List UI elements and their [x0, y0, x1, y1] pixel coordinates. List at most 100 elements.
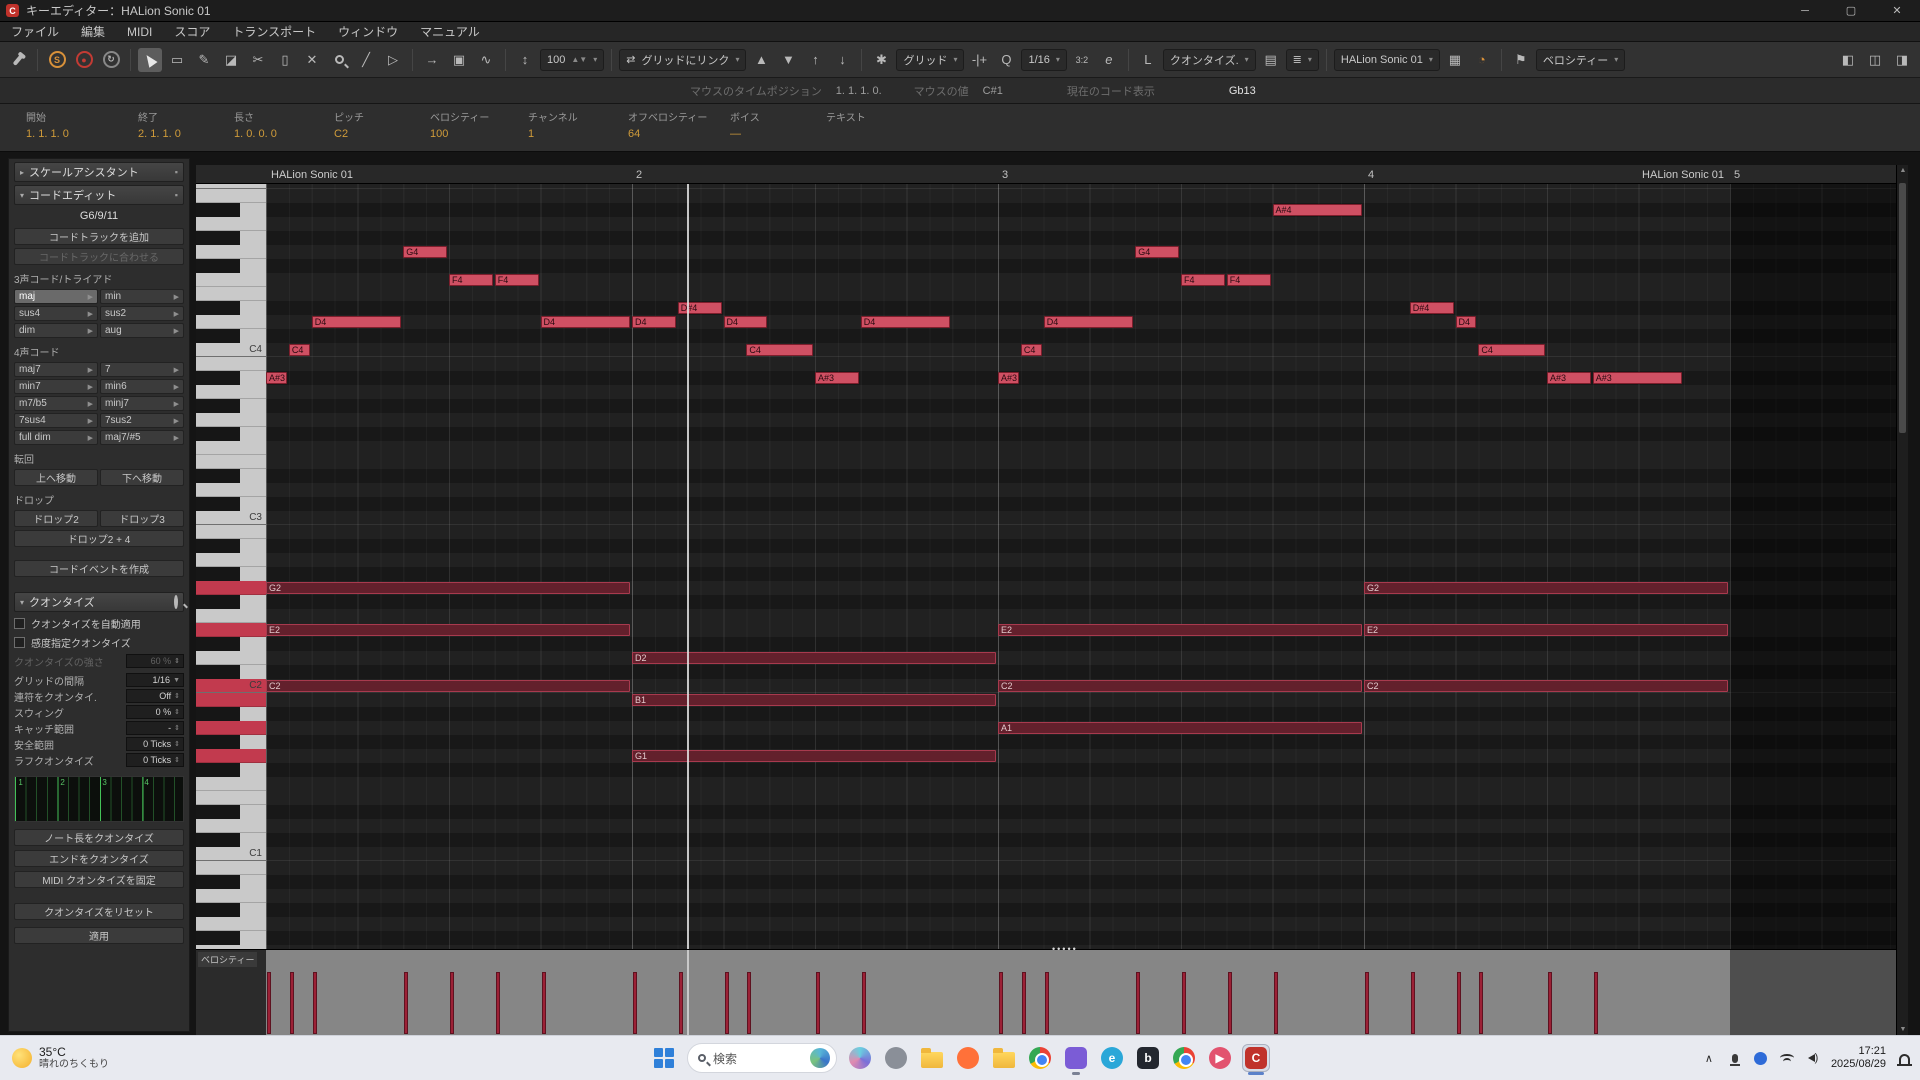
midi-note-As3[interactable]: A#3 — [998, 372, 1019, 384]
taskbar-search[interactable]: 検索 — [687, 1043, 837, 1073]
chord-edit-header[interactable]: ▾ コードエディット ▪ — [14, 185, 184, 205]
piano-key-F1[interactable] — [196, 777, 266, 791]
drop2-button[interactable]: ドロップ2 — [14, 510, 98, 527]
midi-note-D4[interactable]: D4 — [541, 316, 631, 328]
maximize-button[interactable]: ▢ — [1828, 0, 1874, 21]
quantize-value-field[interactable]: 0 Ticks⇕ — [126, 737, 184, 751]
curve-button[interactable]: ∿ — [474, 48, 498, 72]
piano-key-As4[interactable] — [196, 203, 266, 217]
velocity-bar[interactable] — [1457, 972, 1461, 1034]
piano-key-Ds2[interactable] — [196, 637, 266, 651]
velocity-bar[interactable] — [1548, 972, 1552, 1034]
clock-icon[interactable]: ◔ — [1470, 48, 1494, 72]
chord-button-sus2[interactable]: sus2▶ — [100, 306, 184, 321]
quantize-mode-dropdown[interactable]: クオンタイズ.▾ — [1163, 49, 1256, 71]
menu-item-5[interactable]: ウィンドウ — [327, 23, 409, 40]
loop-button[interactable]: ↻ — [99, 48, 123, 72]
quantize-value-field[interactable]: -⇕ — [126, 721, 184, 735]
midi-note-C2[interactable]: C2 — [266, 680, 630, 692]
volume-icon[interactable]: ) — [1805, 1050, 1821, 1066]
piano-key-B2[interactable] — [196, 525, 266, 539]
play-tool-button[interactable]: ▷ — [381, 48, 405, 72]
piano-key-Fs0[interactable] — [196, 931, 266, 945]
piano-key-Gs2[interactable] — [196, 567, 266, 581]
piano-key-D3[interactable] — [196, 483, 266, 497]
taskbar-app-voice-access[interactable] — [883, 1045, 909, 1071]
scale-assistant-header[interactable]: ▸ スケールアシスタント ▪ — [14, 162, 184, 182]
piano-key-B3[interactable] — [196, 357, 266, 371]
midi-note-D4[interactable]: D4 — [312, 316, 402, 328]
piano-key-D1[interactable] — [196, 819, 266, 833]
info-field-value[interactable]: 1. 1. 1. 0 — [26, 128, 138, 140]
velocity-bar[interactable] — [1045, 972, 1049, 1034]
info-field-value[interactable]: 2. 1. 1. 0 — [138, 128, 234, 140]
midi-note-F4[interactable]: F4 — [1227, 274, 1271, 286]
piano-roll[interactable]: C5C4C3C2C1 A#3C4D4G4F4F4D4D4D#4D4C4A#3D4… — [196, 184, 1908, 949]
create-chord-event-button[interactable]: コードイベントを作成 — [14, 560, 184, 577]
midi-note-E2[interactable]: E2 — [266, 624, 630, 636]
menu-item-4[interactable]: トランスポート — [221, 23, 327, 40]
taskbar-app-file-explorer[interactable] — [919, 1045, 945, 1071]
auto-apply-checkbox[interactable] — [14, 618, 25, 629]
chord-button-maj75[interactable]: maj7/#5▶ — [100, 430, 184, 445]
midi-note-G2[interactable]: G2 — [266, 582, 630, 594]
piano-key-G4[interactable] — [196, 245, 266, 259]
blue-status-icon[interactable] — [1753, 1050, 1769, 1066]
grid-type-dropdown[interactable]: グリッド▾ — [896, 49, 964, 71]
velocity-bar[interactable] — [1594, 972, 1598, 1034]
track-dropdown[interactable]: HALion Sonic 01▾ — [1334, 49, 1440, 71]
tuplet-button[interactable]: 3:2 — [1070, 48, 1094, 72]
chord-button-dim[interactable]: dim▶ — [14, 323, 98, 338]
piano-key-Fs1[interactable] — [196, 763, 266, 777]
acoustic-feedback-button[interactable]: ● — [72, 48, 96, 72]
left-zone-toggle[interactable]: ◧ — [1836, 48, 1860, 72]
piano-key-D4[interactable] — [196, 315, 266, 329]
wifi-icon[interactable] — [1779, 1050, 1795, 1066]
mic-icon[interactable] — [1727, 1050, 1743, 1066]
reset-quantize-button[interactable]: クオンタイズをリセット — [14, 903, 184, 920]
midi-note-As3[interactable]: A#3 — [1547, 372, 1591, 384]
start-button[interactable] — [651, 1045, 677, 1071]
scroll-up-icon[interactable]: ▲ — [1897, 167, 1909, 174]
quantize-value-field[interactable]: 0 Ticks⇕ — [126, 753, 184, 767]
piano-key-Gs3[interactable] — [196, 399, 266, 413]
midi-note-As4[interactable]: A#4 — [1273, 204, 1363, 216]
lane-resize-handle[interactable]: ••••• — [1052, 944, 1078, 954]
piano-key-G0[interactable] — [196, 917, 266, 931]
part-list-dropdown[interactable]: ≣▾ — [1286, 49, 1319, 71]
menu-item-6[interactable]: マニュアル — [409, 23, 491, 40]
velocity-bar[interactable] — [1411, 972, 1415, 1034]
iq-checkbox[interactable] — [14, 637, 25, 648]
menu-item-3[interactable]: スコア — [163, 23, 221, 40]
midi-note-Ds4[interactable]: D#4 — [1410, 302, 1454, 314]
piano-key-Cs3[interactable] — [196, 497, 266, 511]
piano-key-Fs2[interactable] — [196, 595, 266, 609]
piano-key-D2[interactable] — [196, 651, 266, 665]
grid-link-dropdown[interactable]: ⇄ グリッドにリンク▾ — [619, 49, 746, 71]
midi-note-C2[interactable]: C2 — [998, 680, 1362, 692]
midi-note-E2[interactable]: E2 — [998, 624, 1362, 636]
move-up-chord-button[interactable]: 上へ移動 — [14, 469, 98, 486]
chord-button-minj7[interactable]: minj7▶ — [100, 396, 184, 411]
velocity-bar[interactable] — [862, 972, 866, 1034]
info-field-value[interactable]: 100 — [430, 128, 528, 140]
mute-tool-button[interactable]: ✕ — [300, 48, 324, 72]
quantize-preset-dropdown[interactable]: 1/16▾ — [1021, 49, 1066, 71]
piano-key-B1[interactable] — [196, 693, 266, 707]
piano-key-Ds1[interactable] — [196, 805, 266, 819]
playhead-cursor[interactable] — [687, 184, 689, 949]
chord-button-min[interactable]: min▶ — [100, 289, 184, 304]
midi-note-D4[interactable]: D4 — [724, 316, 768, 328]
chord-button-min7[interactable]: min7▶ — [14, 379, 98, 394]
midi-note-G4[interactable]: G4 — [403, 246, 447, 258]
taskbar-app-purple-app[interactable] — [1063, 1045, 1089, 1071]
midi-note-C4[interactable]: C4 — [1478, 344, 1545, 356]
midi-note-C4[interactable]: C4 — [289, 344, 310, 356]
velocity-bar[interactable] — [542, 972, 546, 1034]
quantize-header[interactable]: ▾ クオンタイズ — [14, 592, 184, 612]
velocity-bar[interactable] — [1228, 972, 1232, 1034]
snap-icon[interactable]: ✱ — [869, 48, 893, 72]
piano-key-B0[interactable] — [196, 861, 266, 875]
midi-note-F4[interactable]: F4 — [449, 274, 493, 286]
piano-key-C2[interactable]: C2 — [196, 679, 266, 693]
